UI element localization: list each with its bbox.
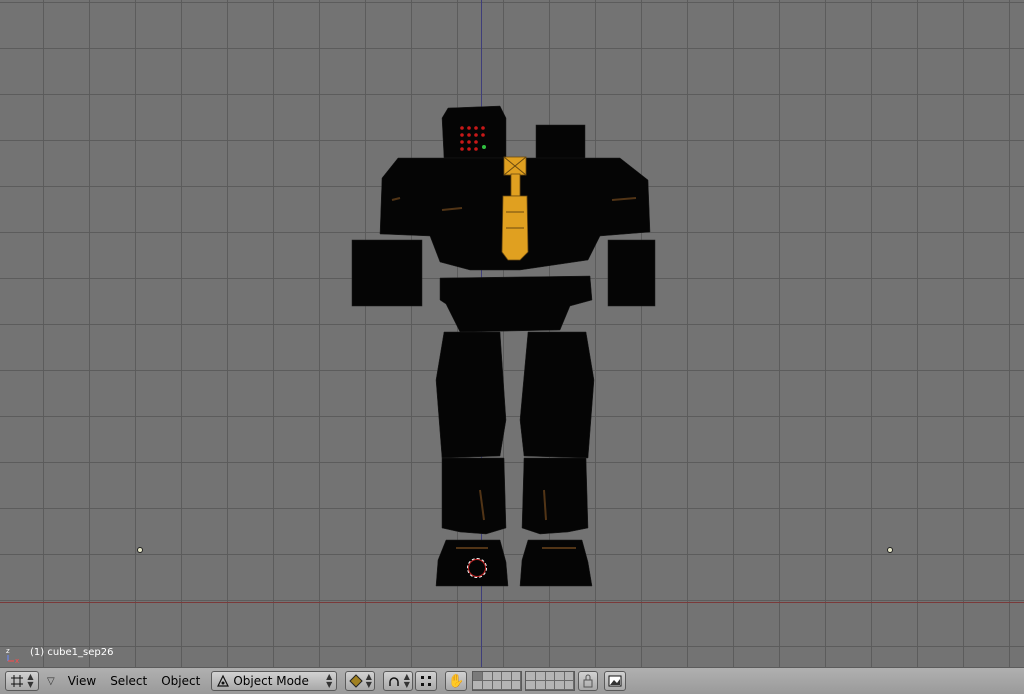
- object-mode-icon: [217, 674, 230, 687]
- robot-right-arm: [607, 239, 656, 307]
- svg-text:z: z: [6, 647, 10, 655]
- robot-left-thigh: [435, 331, 507, 459]
- grid-viewport-icon: [11, 675, 24, 687]
- pivot-button[interactable]: ▲ ▼: [383, 671, 414, 691]
- menu-view[interactable]: View: [61, 671, 103, 691]
- robot-right-shin: [521, 457, 589, 535]
- layer-buttons: [472, 671, 578, 691]
- robot-right-foot: [519, 539, 593, 587]
- grab-button[interactable]: ✋: [445, 671, 468, 691]
- mode-select[interactable]: Object Mode ▲ ▼: [211, 671, 338, 691]
- robot-mesh[interactable]: [0, 0, 1024, 667]
- robot-left-arm: [351, 239, 423, 307]
- robot-head: [441, 105, 507, 159]
- lock-icon: [583, 674, 593, 688]
- updown-arrows-icon: ▲ ▼: [403, 672, 410, 689]
- layer-grid-1[interactable]: [472, 671, 523, 691]
- snap-icon: [421, 676, 432, 686]
- render-button[interactable]: [604, 671, 627, 691]
- collapse-menu-icon[interactable]: ▽: [47, 676, 55, 687]
- updown-arrows-icon: ▲ ▼: [365, 672, 372, 689]
- active-object-label: (1) cube1_sep26: [30, 647, 114, 658]
- mode-select-label: Object Mode: [233, 674, 309, 688]
- robot-left-shin: [441, 457, 507, 535]
- view-axis-gizmo: z x: [6, 647, 19, 664]
- robot-right-thigh: [519, 331, 595, 459]
- pivot-icon: [388, 677, 399, 686]
- robot-hip: [439, 275, 593, 333]
- updown-arrows-icon: ▲ ▼: [27, 672, 34, 689]
- draw-type-button[interactable]: ▲ ▼: [345, 671, 376, 691]
- svg-text:x: x: [15, 657, 19, 664]
- editor-type-button[interactable]: ▲ ▼: [5, 671, 39, 691]
- menu-select[interactable]: Select: [103, 671, 154, 691]
- updown-arrows-icon: ▲ ▼: [326, 672, 333, 689]
- 3d-viewport[interactable]: z x (1) cube1_sep26: [0, 0, 1024, 667]
- viewport-header: ▲ ▼ ▽ View Select Object Object Mode ▲ ▼ ▲…: [0, 667, 1024, 694]
- layer-grid-2[interactable]: [525, 671, 576, 691]
- manipulator-button[interactable]: [415, 671, 438, 691]
- render-icon: [608, 675, 622, 687]
- robot-sensor-box: [535, 124, 586, 162]
- menu-object[interactable]: Object: [154, 671, 207, 691]
- lock-layers-button[interactable]: [578, 671, 599, 691]
- 3d-cursor: [467, 558, 487, 578]
- shading-icon: [349, 674, 363, 688]
- robot-accent-neck: [510, 173, 521, 197]
- hand-icon: ✋: [448, 673, 465, 689]
